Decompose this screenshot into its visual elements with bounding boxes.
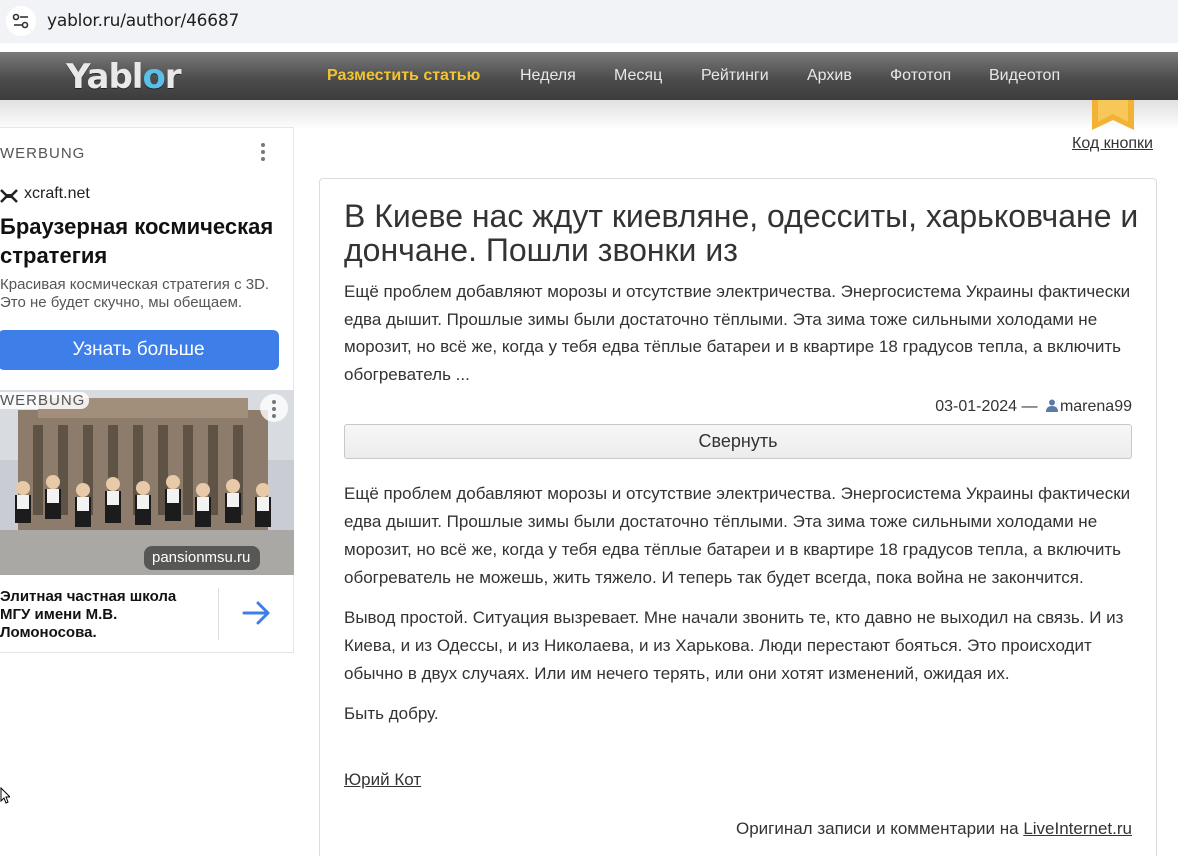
browser-toolbar: yablor.ru/author/46687 bbox=[0, 0, 1178, 43]
ad-divider bbox=[218, 588, 219, 640]
article-paragraph: Ещё проблем добавляют морозы и отсутстви… bbox=[344, 484, 1131, 587]
article-lead: Ещё проблем добавляют морозы и отсутстви… bbox=[344, 282, 1131, 384]
logo-text-start: Yabl bbox=[66, 57, 143, 97]
ribbon-icon[interactable] bbox=[1092, 100, 1134, 130]
article-author-user[interactable]: marena99 bbox=[1060, 398, 1132, 415]
arrow-right-icon[interactable] bbox=[240, 598, 274, 628]
logo-text-end: r bbox=[164, 57, 182, 97]
ad-menu-icon-2[interactable] bbox=[260, 394, 288, 422]
ad-domain[interactable]: xcraft.net bbox=[24, 185, 90, 203]
navbar-shadow bbox=[0, 100, 1178, 130]
ad-menu-icon[interactable] bbox=[261, 143, 267, 164]
ad-favicon-icon bbox=[0, 189, 18, 203]
article-paragraph: Быть добру. bbox=[344, 704, 439, 723]
meta-separator: — bbox=[1021, 398, 1038, 415]
collapse-button[interactable]: Свернуть bbox=[344, 424, 1132, 459]
article-signature-link[interactable]: Юрий Кот bbox=[344, 770, 421, 790]
site-logo[interactable]: Yablor bbox=[66, 57, 182, 97]
ad-label: WERBUNG bbox=[0, 145, 86, 162]
ad-label-2: WERBUNG bbox=[0, 392, 90, 409]
ad-cta-button[interactable]: Узнать больше bbox=[0, 330, 279, 370]
source-link[interactable]: LiveInternet.ru bbox=[1023, 819, 1132, 838]
mouse-cursor-icon bbox=[0, 787, 10, 804]
user-icon bbox=[1045, 399, 1058, 412]
nav-post-article[interactable]: Разместить статью bbox=[327, 67, 480, 85]
article-source: Оригинал записи и комментарии на LiveInt… bbox=[736, 819, 1132, 839]
ad-title-2[interactable]: Элитная частная школа МГУ имени М.В. Лом… bbox=[0, 588, 200, 642]
nav-phototop[interactable]: Фототоп bbox=[890, 67, 951, 85]
nav-videotop[interactable]: Видеотоп bbox=[989, 67, 1060, 85]
button-code-link[interactable]: Код кнопки bbox=[1072, 135, 1153, 153]
logo-letter-o: o bbox=[142, 57, 165, 97]
nav-archive[interactable]: Архив bbox=[807, 67, 852, 85]
site-info-icon[interactable] bbox=[6, 6, 36, 36]
source-prefix: Оригинал записи и комментарии на bbox=[735, 819, 1019, 838]
url-text[interactable]: yablor.ru/author/46687 bbox=[47, 11, 239, 31]
article-body: Ещё проблем добавляют морозы и отсутстви… bbox=[344, 480, 1144, 740]
ad-description[interactable]: Красивая космическая стратегия с 3D. Это… bbox=[0, 276, 280, 312]
article-meta: 03-01-2024 — marena99 bbox=[935, 398, 1132, 416]
article-date: 03-01-2024 bbox=[935, 398, 1018, 415]
ad-domain-2[interactable]: pansionmsu.ru bbox=[144, 546, 261, 570]
ad-title[interactable]: Браузерная космическая стратегия bbox=[0, 212, 290, 270]
nav-month[interactable]: Месяц bbox=[614, 67, 662, 85]
nav-ratings[interactable]: Рейтинги bbox=[701, 67, 769, 85]
article-title[interactable]: В Киеве нас ждут киевляне, одесситы, хар… bbox=[344, 199, 1144, 267]
nav-week[interactable]: Неделя bbox=[520, 67, 576, 85]
article-paragraph: Вывод простой. Ситуация вызревает. Мне н… bbox=[344, 608, 1124, 683]
